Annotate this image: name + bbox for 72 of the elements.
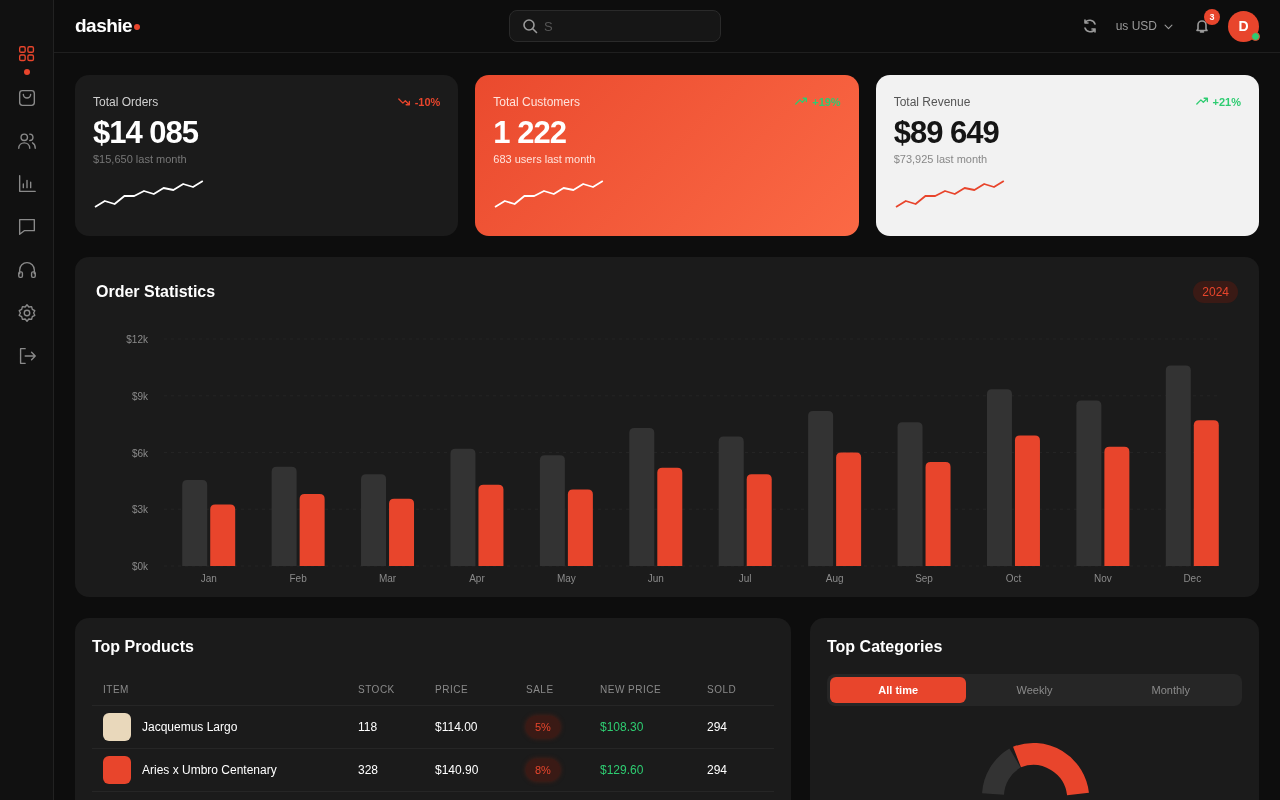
table-cell: 294	[707, 748, 774, 792]
stat-subtitle: 683 users last month	[493, 153, 596, 165]
search-icon	[522, 18, 538, 34]
change-value: +19%	[812, 95, 841, 108]
logo-dot-icon	[134, 24, 141, 30]
x-axis-label: Sep	[915, 573, 933, 584]
tab[interactable]: All time	[830, 677, 967, 703]
card-title: Total Revenue	[893, 95, 971, 109]
section-title: Order Statistics	[96, 283, 216, 301]
trend-up-icon	[1195, 95, 1209, 108]
card-title: Total Customers	[493, 95, 581, 109]
table-cell: 118	[358, 705, 435, 749]
notifications-button[interactable]	[1194, 18, 1210, 34]
x-axis-label: Jul	[738, 573, 752, 584]
product-name: Jacquemus Largo	[142, 720, 238, 734]
stat-value: 1 222	[493, 115, 566, 151]
sale-badge: 5%	[526, 716, 560, 738]
x-axis-label: Oct	[1005, 573, 1022, 584]
tab[interactable]: Weekly	[966, 677, 1103, 703]
column-header: SOLD	[707, 674, 774, 706]
y-axis-label: $0k	[131, 561, 148, 572]
x-axis-label: Nov	[1094, 573, 1112, 584]
column-header: NEW PRICE	[600, 674, 707, 706]
table-cell: $140.90	[435, 748, 526, 792]
refresh-button[interactable]	[1081, 18, 1098, 34]
column-header: STOCK	[358, 674, 435, 706]
column-header: ITEM	[92, 674, 358, 706]
logo: dashie	[75, 15, 133, 37]
x-axis-label: Feb	[289, 573, 307, 584]
bar	[210, 504, 236, 566]
trend-down-icon	[397, 95, 411, 108]
y-axis-label: $12k	[126, 334, 148, 345]
stat-subtitle: $73,925 last month	[893, 153, 988, 165]
y-axis-label: $3k	[131, 504, 148, 516]
users-icon[interactable]	[15, 130, 38, 152]
x-axis-label: Mar	[378, 573, 397, 584]
sale-badge: 8%	[526, 759, 560, 781]
section-title: Top Categories	[827, 638, 943, 655]
x-axis-label: Apr	[469, 573, 485, 584]
y-axis-label: $6k	[131, 447, 148, 459]
table-cell: $108.30	[600, 705, 707, 749]
stat-subtitle: $15,650 last month	[93, 153, 187, 165]
bar	[389, 498, 415, 566]
bar	[299, 494, 325, 566]
table-cell: $129.60	[600, 748, 707, 792]
x-axis-label: Jun	[647, 573, 664, 584]
card-title: Total Orders	[93, 95, 159, 109]
product-name: Aries x Umbro Centenary	[142, 763, 277, 777]
stat-value: $89 649	[893, 115, 999, 151]
currency-select[interactable]: us USD	[1115, 19, 1174, 33]
stat-value: $14 085	[93, 115, 199, 151]
y-axis-label: $9k	[131, 390, 148, 402]
x-axis-label: Dec	[1183, 573, 1202, 584]
table-cell: 328	[358, 748, 435, 792]
year-badge[interactable]: 2024	[1193, 281, 1238, 303]
active-indicator	[23, 69, 30, 75]
column-header: SALE	[526, 674, 600, 706]
section-title: Top Products	[92, 638, 194, 655]
table-cell: $114.00	[435, 705, 526, 749]
trend-up-icon	[795, 95, 809, 108]
avatar[interactable]: D	[1228, 10, 1259, 42]
headphones-icon[interactable]	[15, 259, 38, 281]
search-field[interactable]: S	[509, 10, 721, 42]
tab[interactable]: Monthly	[1102, 677, 1239, 703]
x-axis-label: Aug	[825, 573, 844, 584]
notification-count: 3	[1204, 9, 1220, 25]
x-axis-label: Jan	[200, 573, 217, 584]
table-cell: 294	[707, 705, 774, 749]
column-header: PRICE	[435, 674, 526, 706]
x-axis-label: May	[556, 573, 576, 584]
change-value: +21%	[1212, 95, 1241, 108]
change-value: -10%	[414, 95, 441, 108]
